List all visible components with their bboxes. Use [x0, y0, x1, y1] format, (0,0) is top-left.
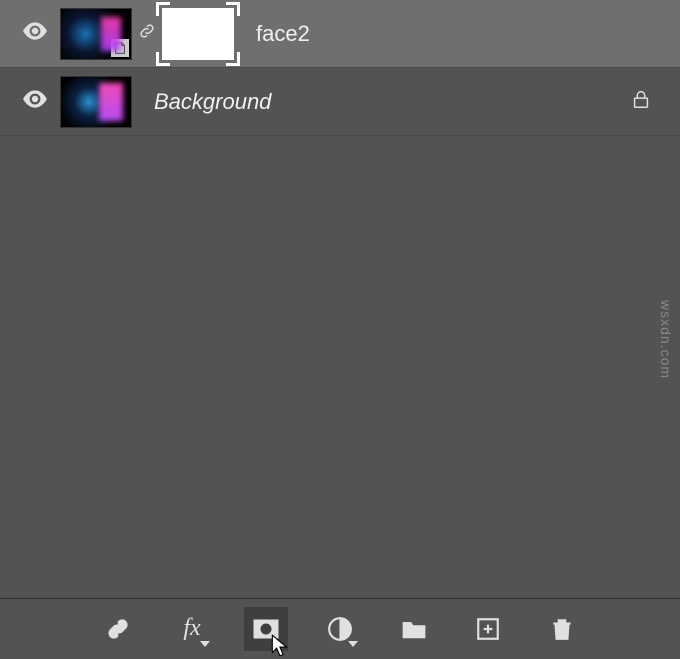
watermark-text: wsxdn.com: [658, 300, 674, 379]
layers-bottom-toolbar: fx: [0, 598, 680, 658]
layer-mask-thumbnail: [162, 8, 234, 60]
chevron-down-icon: [348, 641, 358, 647]
layer-name[interactable]: Background: [154, 89, 271, 115]
layer-row[interactable]: Background: [0, 68, 680, 136]
mask-thumbnail-wrap[interactable]: [162, 8, 234, 60]
lock-indicator[interactable]: [630, 88, 652, 115]
new-layer-icon: [475, 616, 501, 642]
adjustment-icon: [327, 616, 353, 642]
delete-layer-button[interactable]: [540, 607, 584, 651]
layer-effects-button[interactable]: fx: [170, 607, 214, 651]
chevron-down-icon: [200, 641, 210, 647]
trash-icon: [549, 616, 575, 642]
new-group-button[interactable]: [392, 607, 436, 651]
link-icon: [138, 22, 156, 45]
layer-thumbnail-group: [60, 8, 234, 60]
layer-name[interactable]: face2: [256, 21, 310, 47]
fx-icon: fx: [183, 615, 200, 642]
layers-panel: face2 Background fx: [0, 0, 680, 658]
mask-icon: [253, 616, 279, 642]
layer-thumbnail-group: [60, 76, 132, 128]
smart-object-badge-icon: [111, 39, 129, 57]
adjustment-layer-button[interactable]: [318, 607, 362, 651]
folder-icon: [401, 616, 427, 642]
visibility-toggle[interactable]: [10, 21, 60, 46]
link-layers-button[interactable]: [96, 607, 140, 651]
layers-list: face2 Background: [0, 0, 680, 598]
add-layer-mask-button[interactable]: [244, 607, 288, 651]
lock-icon: [630, 97, 652, 114]
visibility-toggle[interactable]: [10, 89, 60, 114]
eye-icon: [22, 21, 48, 46]
new-layer-button[interactable]: [466, 607, 510, 651]
layer-thumbnail[interactable]: [60, 76, 132, 128]
layer-row[interactable]: face2: [0, 0, 680, 68]
layer-thumbnail[interactable]: [60, 8, 132, 60]
eye-icon: [22, 89, 48, 114]
